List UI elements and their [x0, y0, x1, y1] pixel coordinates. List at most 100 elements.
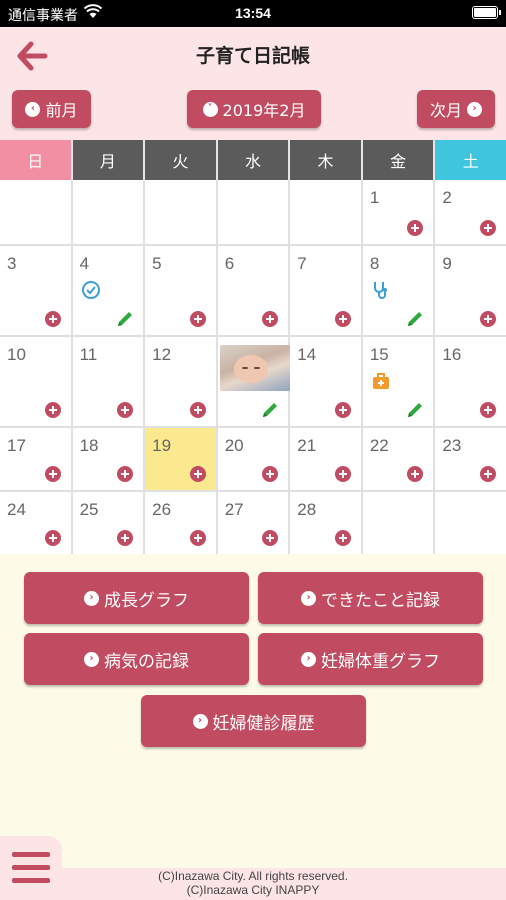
- day-cell[interactable]: 4: [72, 246, 144, 335]
- plus-circle-icon[interactable]: [189, 466, 206, 482]
- day-cell[interactable]: 11: [72, 337, 144, 426]
- plus-circle-icon[interactable]: [479, 466, 496, 482]
- day-number: 26: [152, 500, 172, 519]
- pencil-icon[interactable]: [405, 309, 425, 329]
- day-cell[interactable]: 27: [217, 492, 289, 554]
- plus-circle-icon[interactable]: [44, 402, 61, 418]
- clock: 13:54: [235, 5, 271, 21]
- plus-circle-icon[interactable]: [334, 530, 351, 546]
- plus-circle-icon[interactable]: [262, 530, 279, 546]
- plus-circle-icon[interactable]: [407, 466, 424, 482]
- day-cell[interactable]: 23: [435, 428, 506, 490]
- day-number: 15: [369, 345, 389, 364]
- day-number: 21: [297, 436, 317, 455]
- plus-circle-icon[interactable]: [117, 466, 134, 482]
- plus-circle-icon[interactable]: [262, 466, 279, 482]
- prev-month-label: 前月: [45, 101, 78, 120]
- day-cell[interactable]: 22: [362, 428, 434, 490]
- hamburger-menu-icon[interactable]: [0, 836, 62, 900]
- baby-photo-thumbnail[interactable]: [219, 345, 290, 391]
- chevron-right-icon: ›: [301, 590, 316, 606]
- day-number: 8: [369, 254, 380, 273]
- day-cell[interactable]: 7: [290, 246, 361, 335]
- day-number: 18: [79, 436, 99, 455]
- day-cell[interactable]: 17: [0, 428, 71, 490]
- plus-circle-icon[interactable]: [189, 402, 206, 418]
- plus-circle-icon[interactable]: [407, 220, 424, 236]
- empty-cell: [72, 180, 144, 244]
- month-select-button[interactable]: ˅ 2019年2月: [187, 90, 321, 128]
- prev-month-button[interactable]: ‹ 前月: [12, 90, 91, 128]
- growth-graph-label: 成長グラフ: [104, 590, 189, 611]
- plus-circle-icon[interactable]: [479, 402, 496, 418]
- day-cell[interactable]: 3: [0, 246, 71, 335]
- day-cell[interactable]: 13: [217, 337, 290, 426]
- plus-circle-icon[interactable]: [334, 311, 351, 327]
- plus-circle-icon[interactable]: [334, 466, 351, 482]
- day-cell[interactable]: 25: [72, 492, 144, 554]
- day-cell[interactable]: 26: [145, 492, 216, 554]
- day-cell[interactable]: 8: [362, 246, 434, 335]
- plus-circle-icon[interactable]: [189, 311, 206, 327]
- checkup-history-label: 妊婦健診履歴: [212, 713, 315, 734]
- weekday-sat: 土: [435, 140, 506, 180]
- illness-record-button[interactable]: › 病気の記録: [24, 633, 249, 685]
- day-number: 10: [7, 345, 26, 364]
- pencil-icon[interactable]: [115, 309, 135, 329]
- page-title: 子育て日記帳: [195, 45, 310, 67]
- day-cell-today[interactable]: 19: [145, 428, 216, 490]
- achievements-button[interactable]: › できたこと記録: [258, 572, 483, 624]
- plus-circle-icon[interactable]: [189, 530, 206, 546]
- day-number: 9: [442, 254, 452, 273]
- growth-graph-button[interactable]: › 成長グラフ: [24, 572, 249, 624]
- day-number: 5: [152, 254, 162, 273]
- day-cell[interactable]: 24: [0, 492, 71, 554]
- day-cell[interactable]: 28: [290, 492, 361, 554]
- battery-icon: [472, 6, 501, 19]
- day-cell[interactable]: 18: [72, 428, 144, 490]
- weekday-header: 日 月 火 水 木 金 土: [0, 140, 506, 180]
- calendar-grid: 1 2 3 4 5 6 7 8 9 10 11 12 13 14 15 16 1…: [0, 180, 506, 554]
- plus-circle-icon[interactable]: [117, 402, 134, 418]
- day-cell[interactable]: 5: [145, 246, 216, 335]
- medical-kit-icon: [372, 373, 389, 389]
- weekday-sun: 日: [0, 140, 71, 180]
- day-number: 11: [79, 345, 98, 364]
- day-cell[interactable]: 6: [217, 246, 289, 335]
- day-cell[interactable]: 1: [362, 180, 434, 244]
- pregnancy-weight-label: 妊婦体重グラフ: [321, 651, 440, 672]
- day-number: 17: [7, 436, 26, 455]
- plus-circle-icon[interactable]: [44, 311, 61, 327]
- footer: (C)Inazawa City. All rights reserved. (C…: [0, 868, 506, 900]
- day-number: 28: [297, 500, 317, 519]
- day-number: 24: [7, 500, 26, 519]
- day-cell[interactable]: 15: [362, 337, 434, 426]
- day-cell[interactable]: 20: [217, 428, 289, 490]
- day-cell[interactable]: 10: [0, 337, 71, 426]
- chevron-left-icon: ‹: [25, 101, 41, 117]
- plus-circle-icon[interactable]: [479, 311, 496, 327]
- empty-cell: [290, 180, 361, 244]
- next-month-button[interactable]: 次月 ›: [417, 90, 495, 128]
- day-number: 2: [442, 188, 452, 207]
- day-cell[interactable]: 2: [435, 180, 506, 244]
- month-label: 2019年2月: [222, 101, 306, 120]
- pencil-icon[interactable]: [260, 400, 280, 420]
- plus-circle-icon[interactable]: [117, 530, 134, 546]
- day-cell[interactable]: 9: [435, 246, 506, 335]
- day-cell[interactable]: 16: [435, 337, 506, 426]
- plus-circle-icon[interactable]: [262, 311, 279, 327]
- plus-circle-icon[interactable]: [479, 220, 496, 236]
- chevron-down-icon: ˅: [202, 101, 218, 117]
- day-number: 27: [224, 500, 244, 519]
- day-cell[interactable]: 21: [290, 428, 361, 490]
- plus-circle-icon[interactable]: [334, 402, 351, 418]
- pencil-icon[interactable]: [405, 400, 425, 420]
- empty-cell: [362, 492, 434, 554]
- checkup-history-button[interactable]: › 妊婦健診履歴: [141, 695, 366, 747]
- day-cell[interactable]: 14: [290, 337, 361, 426]
- plus-circle-icon[interactable]: [44, 530, 61, 546]
- plus-circle-icon[interactable]: [44, 466, 61, 482]
- day-cell[interactable]: 12: [145, 337, 216, 426]
- pregnancy-weight-button[interactable]: › 妊婦体重グラフ: [258, 633, 483, 685]
